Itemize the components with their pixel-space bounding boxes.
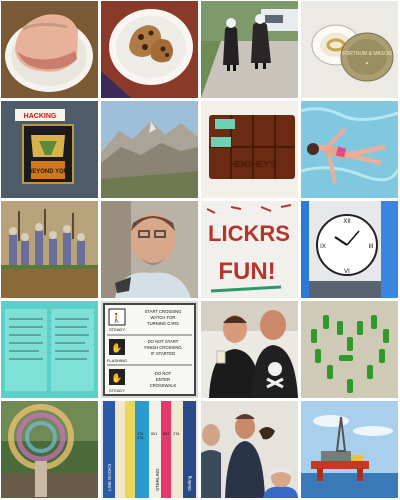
patch-label-top: HACKING bbox=[24, 113, 57, 120]
svg-text:LINE BOOKS: LINE BOOKS bbox=[107, 464, 112, 491]
sign-row3-icon: STEADY bbox=[109, 388, 125, 393]
svg-text:IX: IX bbox=[320, 244, 326, 250]
photo-chocolate-bar[interactable]: HERSHEY'S bbox=[201, 101, 298, 198]
sign-row3-line1: DO NOT bbox=[155, 371, 172, 376]
svg-text:VI: VI bbox=[344, 269, 350, 275]
photo-miniature-figurines[interactable] bbox=[1, 201, 98, 298]
sign-row2-line1: DO NOT START bbox=[148, 339, 179, 344]
sign-row3-line3: CROSSWALK bbox=[150, 383, 177, 388]
photo-two-men-drinks[interactable] bbox=[201, 301, 298, 398]
svg-text:ITA: ITA bbox=[173, 432, 180, 436]
svg-text:XII: XII bbox=[343, 219, 351, 225]
svg-text:851: 851 bbox=[163, 432, 169, 436]
photo-oil-rig[interactable] bbox=[301, 401, 398, 498]
svg-text:STERLING: STERLING bbox=[155, 468, 160, 491]
photo-hacking-patch[interactable]: HACKING BEYOND YOU bbox=[1, 101, 98, 198]
photo-three-men[interactable] bbox=[201, 401, 298, 498]
sign-row1-line1: START CROSSING bbox=[145, 309, 182, 314]
photo-crosswalk-sign[interactable]: 🚶 STEADY START CROSSING WATCH FOR TURNIN… bbox=[101, 301, 198, 398]
tin-brand: FORTNUM & MASON bbox=[342, 51, 392, 57]
photo-bearded-man[interactable] bbox=[101, 201, 198, 298]
photo-mosaic: FORTNUM & MASON ✦ HACKING BEYOND YOU HER… bbox=[0, 0, 400, 500]
photo-ring-tin[interactable]: FORTNUM & MASON ✦ bbox=[301, 1, 398, 98]
svg-text:III: III bbox=[368, 244, 373, 250]
photo-clock-tower[interactable]: XII III VI IX bbox=[301, 201, 398, 298]
photo-ham-plate[interactable] bbox=[1, 1, 98, 98]
photo-lickrs-fun-letters[interactable]: LICKRS FUN! bbox=[201, 201, 298, 298]
svg-text:Sterling: Sterling bbox=[187, 475, 192, 491]
sign-row2-line2: FINISH CROSSING bbox=[144, 345, 181, 350]
svg-text:ITA: ITA bbox=[137, 436, 144, 440]
photo-cookies-plate[interactable] bbox=[101, 1, 198, 98]
sign-row1-icon: STEADY bbox=[109, 327, 125, 332]
letters-line-2: FUN! bbox=[218, 258, 275, 285]
svg-text:✋: ✋ bbox=[111, 342, 122, 354]
svg-text:🚶: 🚶 bbox=[111, 312, 122, 324]
sign-row2-line3: IF STARTED bbox=[151, 351, 175, 356]
svg-text:✦: ✦ bbox=[365, 61, 369, 67]
chocolate-brand: HERSHEY'S bbox=[230, 160, 277, 169]
sign-row1-line3: TURNING CARS bbox=[147, 321, 179, 326]
photo-mountains[interactable] bbox=[101, 101, 198, 198]
photo-green-bottles-heart[interactable] bbox=[301, 301, 398, 398]
svg-text:851: 851 bbox=[151, 432, 157, 436]
patch-label-bottom: BEYOND YOU bbox=[28, 169, 68, 175]
photo-swimmer-pool[interactable] bbox=[301, 101, 398, 198]
sign-row3-line2: ENTER bbox=[156, 377, 170, 382]
sign-row1-line2: WATCH FOR bbox=[151, 315, 176, 320]
letters-line-1: LICKRS bbox=[208, 221, 290, 246]
photo-books-shelf[interactable]: 172 ITA 851 851 ITA LINE BOOKS STERLING St… bbox=[101, 401, 198, 498]
photo-notebook-page[interactable] bbox=[1, 301, 98, 398]
photo-spinning-light[interactable] bbox=[1, 401, 98, 498]
photo-nuns-walking[interactable] bbox=[201, 1, 298, 98]
sign-row2-icon: FLASHING bbox=[107, 358, 127, 363]
svg-text:✋: ✋ bbox=[111, 372, 122, 384]
